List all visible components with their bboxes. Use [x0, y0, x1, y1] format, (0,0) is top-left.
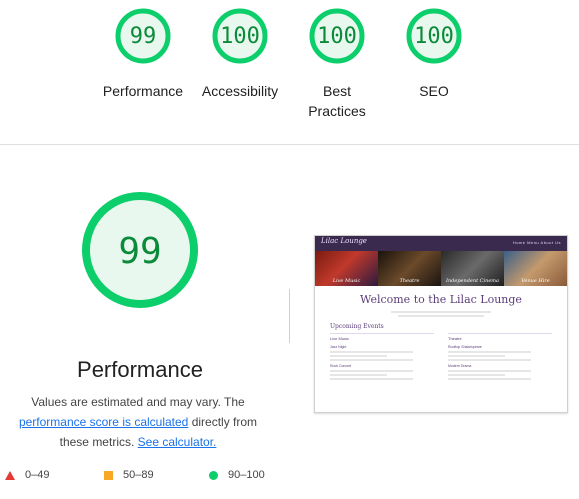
thumb-event: Rooftop Shakespeare [448, 345, 482, 349]
thumb-event: Modern Drama [448, 364, 472, 368]
final-screenshot-thumbnail[interactable]: Lilac Lounge Home Menu About Us Live Mus… [314, 235, 568, 413]
thumb-event: Jazz Night [330, 345, 347, 349]
section-divider [0, 144, 579, 145]
performance-big-gauge: 99 [82, 192, 198, 308]
performance-gauge-ring: 99 [115, 8, 171, 64]
green-circle-icon [209, 470, 218, 480]
thumb-brand: Lilac Lounge [321, 237, 367, 245]
thumb-text-line [330, 374, 388, 376]
thumb-text-line [330, 351, 414, 353]
thumb-nav-links: Home Menu About Us [512, 240, 561, 245]
best-practices-score: 100 [317, 24, 357, 49]
performance-score-calculated-link[interactable]: performance score is calculated [19, 415, 188, 429]
thumb-text-line [448, 351, 532, 353]
thumb-text-line [398, 315, 484, 317]
thumb-heading: Welcome to the Lilac Lounge [360, 293, 522, 306]
thumb-hero-image: Theatre [378, 251, 441, 286]
thumb-hero-label: Theatre [399, 278, 420, 284]
seo-gauge-ring: 100 [406, 8, 462, 64]
legend-pass-range: 90–100 [228, 469, 265, 481]
thumb-hero-image: Live Music [315, 251, 378, 286]
thumb-event: Rock Concert [330, 364, 352, 368]
thumb-hero-label: Venue Hire [521, 278, 550, 284]
gauge-seo[interactable]: 100 SEO [374, 8, 494, 101]
orange-square-icon [104, 470, 113, 480]
thumb-text-line [448, 370, 532, 372]
legend-average: 50–89 [104, 469, 154, 481]
thumb-text-line [448, 374, 506, 376]
thumb-text-line [448, 355, 506, 357]
thumb-text-line [330, 359, 414, 361]
thumb-section-heading: Upcoming Events [330, 323, 384, 330]
red-triangle-icon [5, 470, 15, 480]
thumb-hero-image: Venue Hire [504, 251, 567, 286]
legend-pass: 90–100 [209, 469, 265, 481]
thumb-event-columns: Live Music Jazz Night Rock Concert Theat… [330, 333, 552, 380]
thumb-hero: Live Music Theatre Independent Cinema Ve… [315, 251, 567, 286]
thumb-navbar: Lilac Lounge Home Menu About Us [315, 236, 567, 251]
performance-big-score: 99 [118, 231, 161, 272]
thumb-text-line [390, 311, 492, 313]
score-legend: 0–49 50–89 90–100 [0, 469, 579, 489]
performance-title: Performance [77, 357, 203, 382]
best-practices-label: Best Practices [308, 83, 366, 119]
legend-fail: 0–49 [5, 469, 49, 481]
see-calculator-link[interactable]: See calculator. [138, 435, 217, 449]
desc-prefix: Values are estimated and may vary. The [31, 395, 245, 409]
thumb-hero-label: Live Music [332, 278, 361, 284]
thumb-text-line [330, 355, 388, 357]
thumb-text-line [448, 359, 532, 361]
thumb-hero-label: Independent Cinema [445, 278, 500, 284]
category-gauges: 99 Performance 100 Accessibility 100 Bes… [0, 0, 579, 145]
best-practices-gauge-ring: 100 [309, 8, 365, 64]
thumb-col-heading: Live Music [330, 336, 349, 341]
performance-detail: 99 Performance [20, 190, 260, 383]
thumb-col-right: Theatre Rooftop Shakespeare Modern Drama [448, 333, 552, 380]
performance-description: Values are estimated and may vary. The p… [10, 392, 266, 452]
vertical-separator [289, 289, 290, 343]
thumb-intro-lines [315, 311, 567, 317]
thumb-hero-image: Independent Cinema [441, 251, 504, 286]
accessibility-gauge-ring: 100 [212, 8, 268, 64]
thumb-text-line [330, 370, 414, 372]
seo-label: SEO [419, 83, 449, 99]
thumb-col-heading: Theatre [448, 336, 462, 341]
performance-score: 99 [130, 24, 157, 49]
seo-score: 100 [414, 24, 454, 49]
accessibility-score: 100 [220, 24, 260, 49]
thumb-text-line [448, 378, 532, 380]
legend-average-range: 50–89 [123, 469, 154, 481]
legend-fail-range: 0–49 [25, 469, 50, 481]
thumb-text-line [330, 378, 414, 380]
thumb-col-left: Live Music Jazz Night Rock Concert [330, 333, 434, 380]
